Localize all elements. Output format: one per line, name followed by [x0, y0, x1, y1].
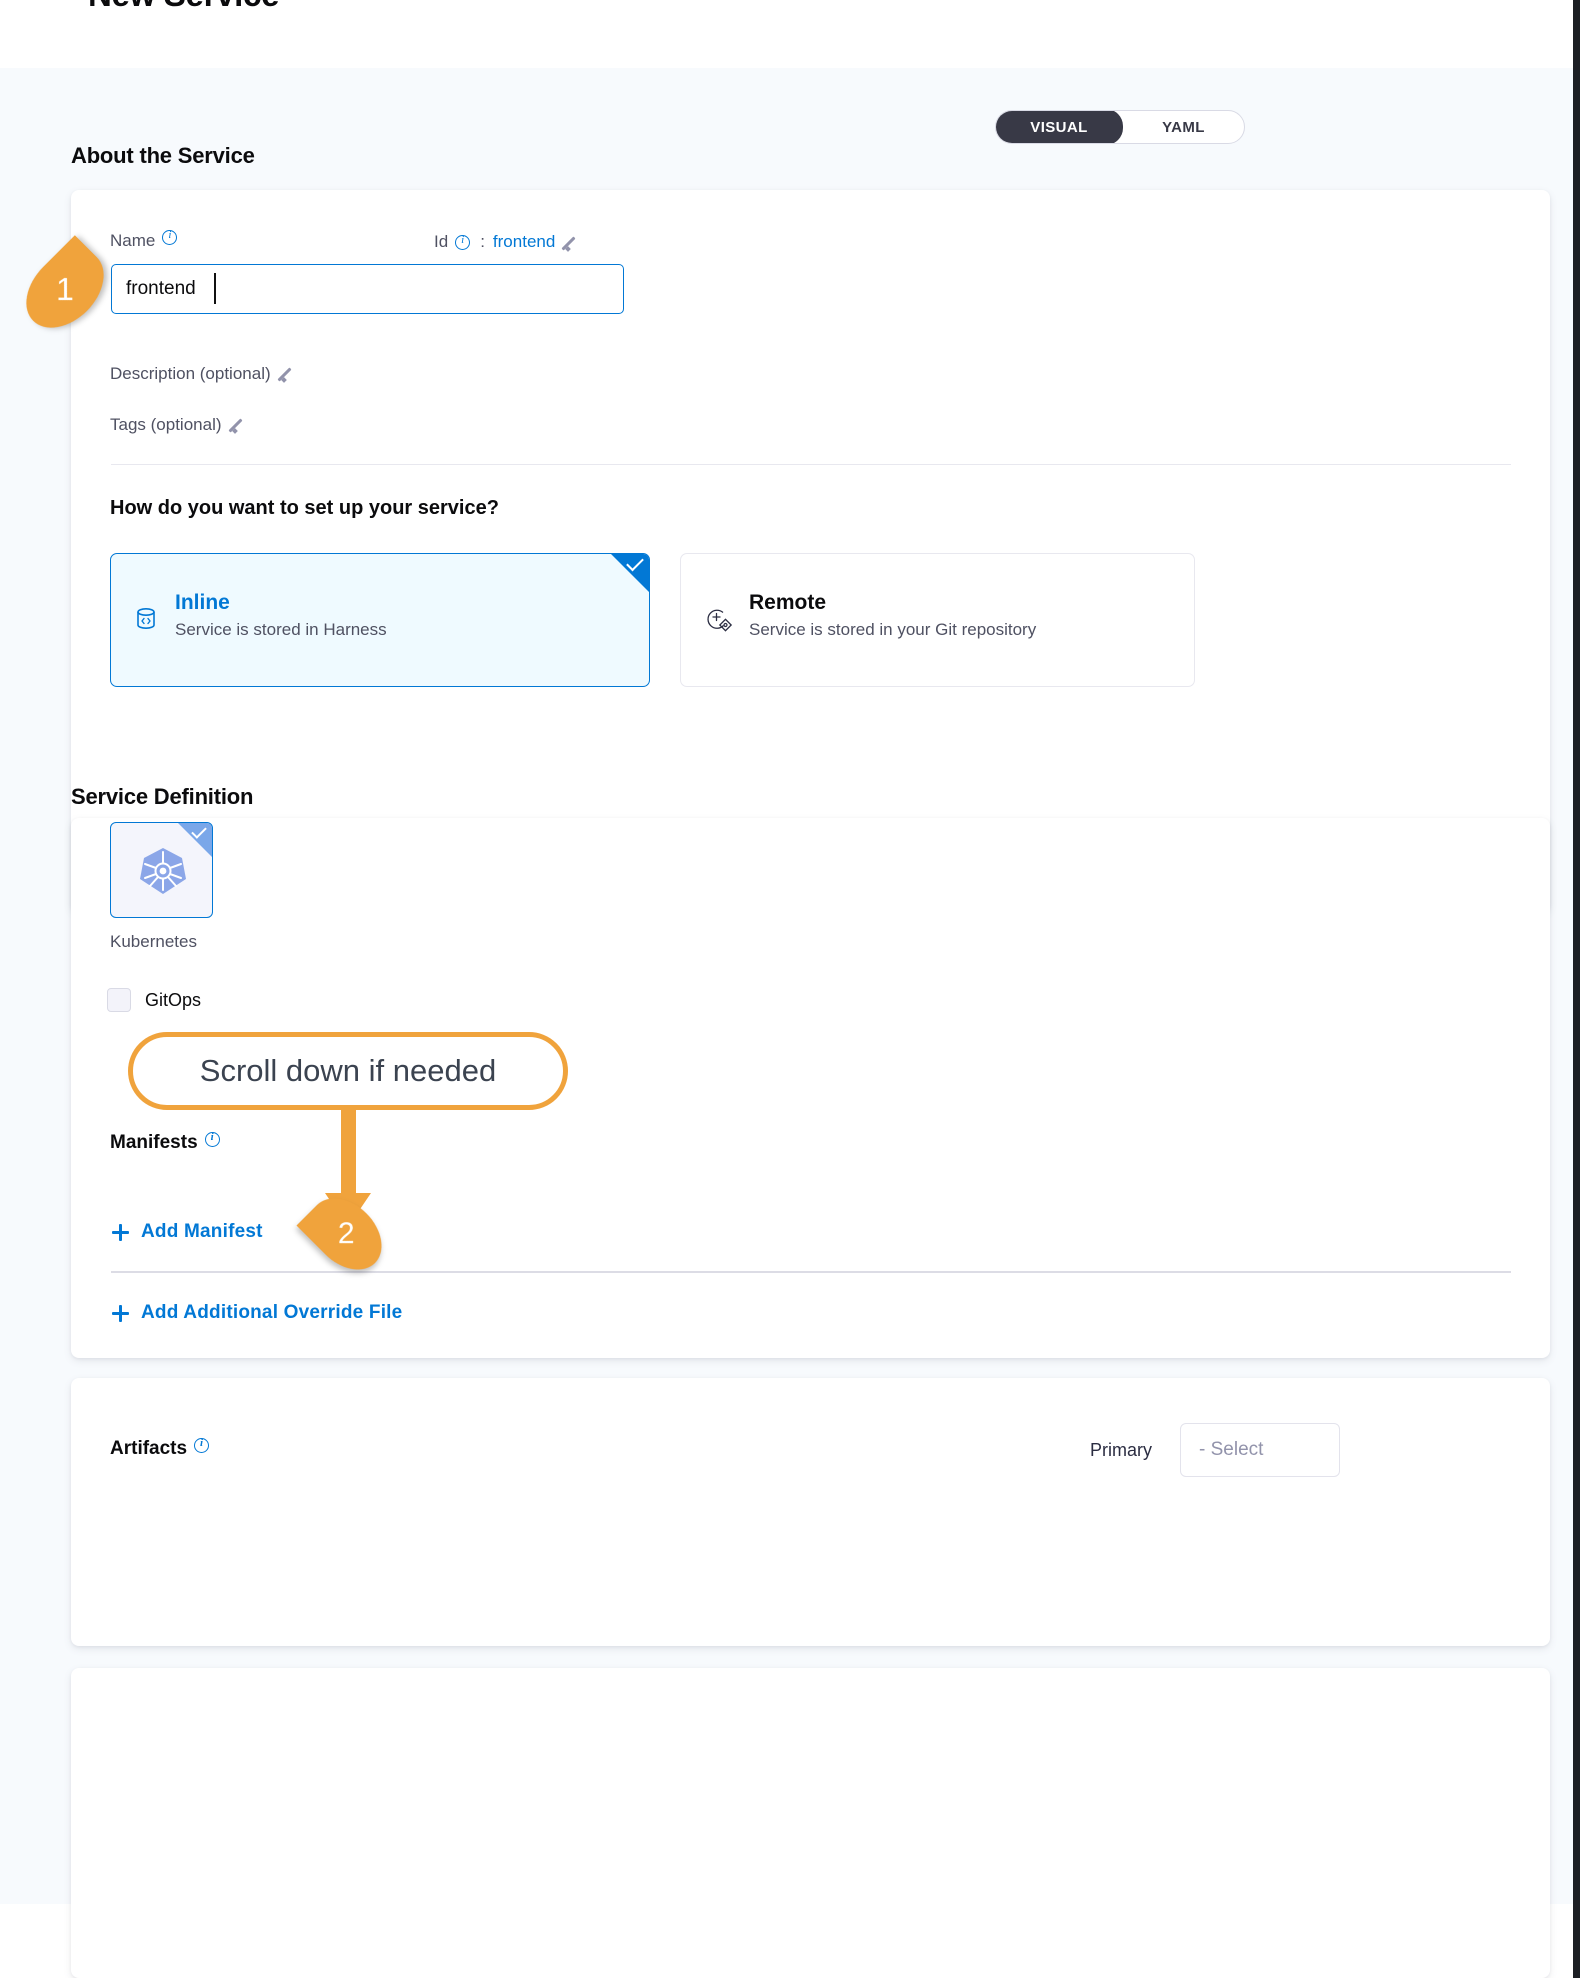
info-icon[interactable]	[455, 235, 470, 250]
service-definition-heading: Service Definition	[71, 784, 253, 810]
window-right-edge	[1573, 0, 1580, 1978]
tab-visual[interactable]: VISUAL	[995, 110, 1123, 144]
description-field-row[interactable]: Description (optional)	[110, 364, 297, 384]
option-title: Remote	[749, 590, 1036, 616]
view-mode-toggle[interactable]: VISUAL YAML	[995, 110, 1245, 144]
setup-option-inline[interactable]: Inline Service is stored in Harness	[110, 553, 650, 687]
pencil-icon[interactable]	[232, 416, 248, 432]
annotation-step-1-number: 1	[56, 273, 74, 305]
artifacts-card	[71, 1668, 1550, 1978]
description-label: Description (optional)	[110, 364, 271, 383]
name-label: Name	[110, 231, 155, 250]
page-title: New Service	[88, 0, 279, 14]
kubernetes-icon	[137, 845, 189, 897]
setup-option-remote[interactable]: Remote Service is stored in your Git rep…	[680, 553, 1195, 687]
add-additional-override-file-button[interactable]: Add Additional Override File	[112, 1302, 402, 1324]
manifests-section-label-wrap: Manifests	[110, 1132, 220, 1154]
option-text: Inline Service is stored in Harness	[175, 590, 387, 643]
gitops-label: GitOps	[145, 990, 201, 1011]
option-body: Remote Service is stored in your Git rep…	[703, 590, 1036, 643]
setup-question: How do you want to set up your service?	[110, 497, 499, 520]
service-name-input[interactable]	[111, 264, 624, 314]
annotation-callout-bubble: Scroll down if needed	[128, 1032, 568, 1110]
id-value: frontend	[493, 232, 555, 252]
divider	[111, 464, 1511, 465]
plus-icon	[112, 1224, 129, 1241]
id-label: Id	[434, 232, 448, 252]
primary-artifact-select[interactable]: - Select	[1180, 1423, 1340, 1477]
option-subtitle: Service is stored in your Git repository	[749, 618, 1036, 643]
plus-icon	[112, 1305, 129, 1322]
add-manifest-button[interactable]: Add Manifest	[112, 1221, 263, 1243]
option-body: Inline Service is stored in Harness	[133, 590, 387, 643]
inline-storage-icon	[133, 606, 159, 632]
deployment-type-label: Kubernetes	[110, 932, 197, 952]
remote-git-icon	[703, 604, 733, 634]
name-label-wrap: Name	[110, 230, 177, 251]
option-text: Remote Service is stored in your Git rep…	[749, 590, 1036, 643]
manifests-label: Manifests	[110, 1132, 198, 1153]
app-root: New Service VISUAL YAML About the Servic…	[0, 0, 1580, 1978]
info-icon[interactable]	[194, 1438, 209, 1453]
add-override-label: Add Additional Override File	[141, 1302, 402, 1324]
divider	[111, 1271, 1511, 1273]
gitops-checkbox[interactable]	[107, 988, 131, 1012]
tags-label: Tags (optional)	[110, 415, 222, 434]
primary-artifact-label: Primary	[1090, 1440, 1152, 1461]
tags-field-row[interactable]: Tags (optional)	[110, 415, 248, 435]
pencil-icon[interactable]	[565, 234, 581, 250]
gitops-toggle-row[interactable]: GitOps	[107, 988, 201, 1012]
option-subtitle: Service is stored in Harness	[175, 618, 387, 643]
annotation-step-2-number: 2	[338, 1219, 355, 1249]
info-icon[interactable]	[205, 1132, 220, 1147]
annotation-callout-text: Scroll down if needed	[200, 1053, 496, 1089]
artifacts-label: Artifacts	[110, 1438, 187, 1459]
add-manifest-label: Add Manifest	[141, 1221, 263, 1243]
option-title: Inline	[175, 590, 387, 616]
manifests-card	[71, 1378, 1550, 1646]
service-id-row: Id : frontend	[434, 232, 581, 252]
id-separator: :	[480, 232, 485, 252]
text-caret	[214, 273, 216, 304]
artifacts-section-label-wrap: Artifacts	[110, 1438, 209, 1460]
tab-yaml[interactable]: YAML	[1123, 110, 1244, 144]
deployment-type-kubernetes[interactable]	[110, 822, 213, 918]
about-service-heading: About the Service	[71, 143, 255, 169]
info-icon[interactable]	[162, 230, 177, 245]
pencil-icon[interactable]	[281, 365, 297, 381]
